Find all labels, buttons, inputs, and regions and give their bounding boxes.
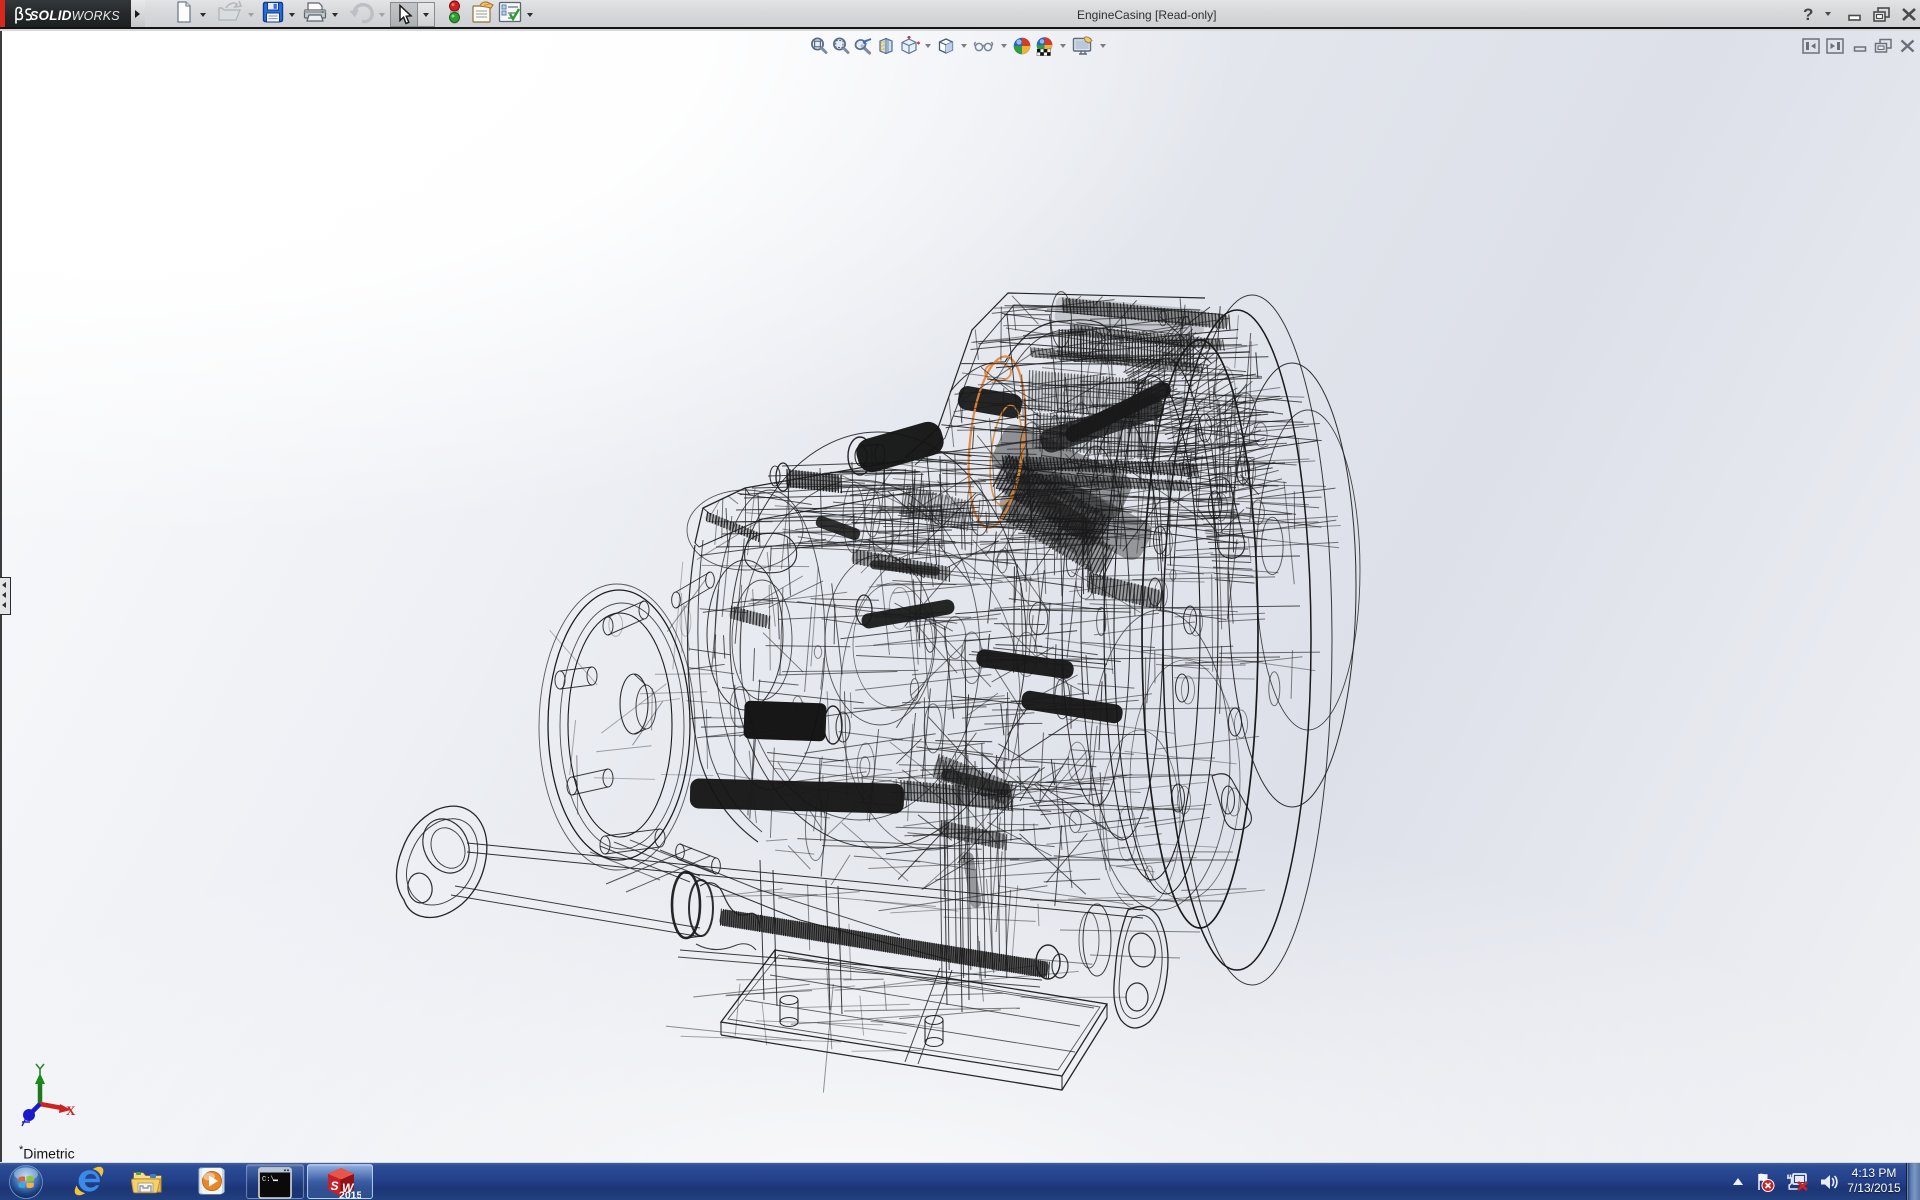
svg-text:S: S	[331, 1179, 339, 1193]
svg-text:?: ?	[1803, 5, 1813, 24]
svg-text:X: X	[66, 1103, 76, 1118]
svg-text:C:\: C:\	[262, 1176, 275, 1184]
svg-text:2015: 2015	[339, 1190, 361, 1200]
